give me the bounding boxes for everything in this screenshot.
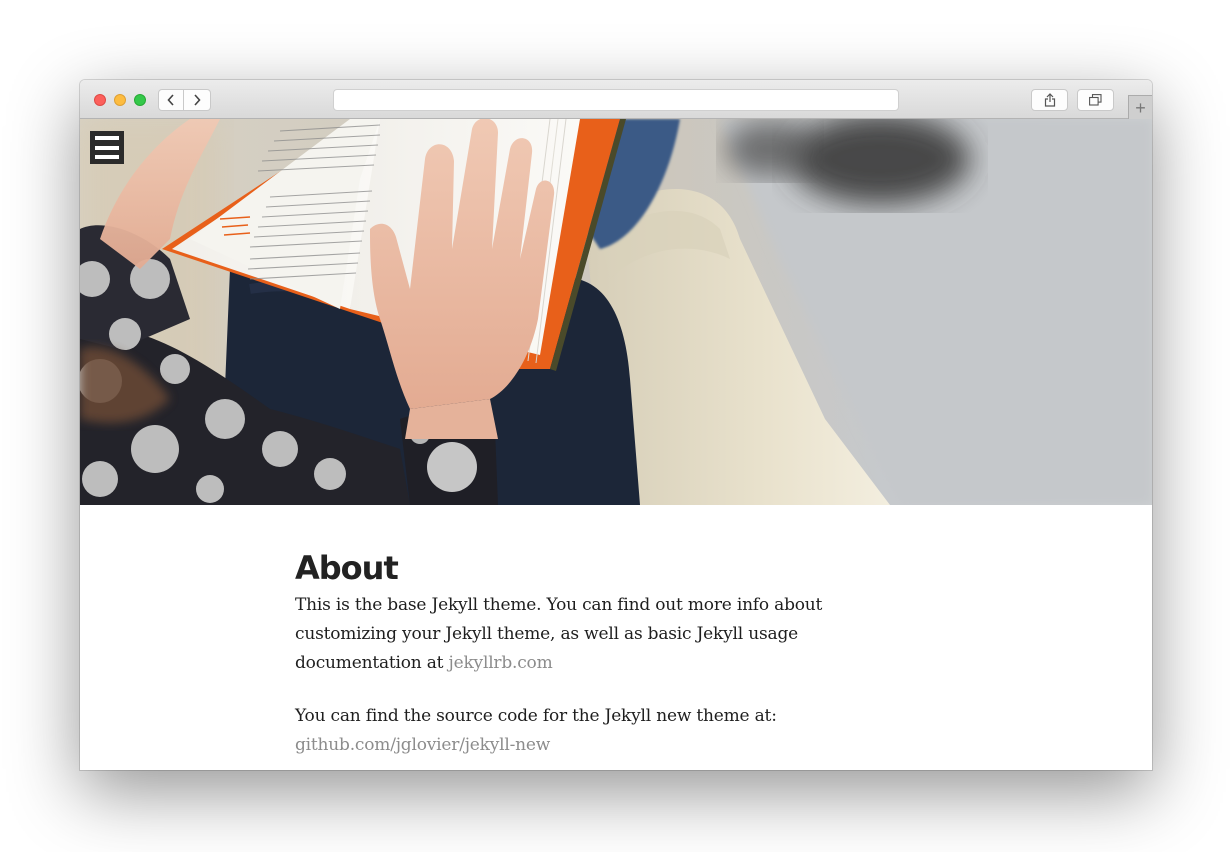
page-title: About xyxy=(295,549,399,587)
back-button[interactable] xyxy=(158,89,184,111)
address-bar[interactable] xyxy=(333,89,899,111)
jekyllrb-link[interactable]: jekyllrb.com xyxy=(449,653,553,673)
source-text: You can find the source code for the Jek… xyxy=(295,706,777,726)
about-text: This is the base Jekyll theme. You can f… xyxy=(295,595,823,673)
about-paragraph: This is the base Jekyll theme. You can f… xyxy=(295,591,915,678)
github-link[interactable]: github.com/jglovier/jekyll-new xyxy=(295,735,550,755)
share-button[interactable] xyxy=(1031,89,1068,111)
zoom-window-button[interactable] xyxy=(134,94,146,106)
hero-photo xyxy=(80,119,1152,505)
hamburger-menu-icon xyxy=(95,136,119,140)
hero-image xyxy=(80,119,1152,505)
tabs-overview-icon xyxy=(1089,94,1102,106)
page-content: About This is the base Jekyll theme. You… xyxy=(295,505,915,760)
new-tab-button[interactable]: + xyxy=(1128,95,1152,119)
browser-window: + About This is the base Jekyll theme. Y… xyxy=(80,80,1152,770)
minimize-window-button[interactable] xyxy=(114,94,126,106)
source-paragraph: You can find the source code for the Jek… xyxy=(295,702,915,760)
share-icon xyxy=(1044,93,1055,107)
chevron-left-icon xyxy=(167,94,174,106)
menu-button[interactable] xyxy=(90,131,124,164)
forward-button[interactable] xyxy=(184,89,211,111)
tabs-overview-button[interactable] xyxy=(1077,89,1114,111)
close-window-button[interactable] xyxy=(94,94,106,106)
chevron-right-icon xyxy=(194,94,201,106)
browser-toolbar: + xyxy=(80,80,1152,119)
plus-icon: + xyxy=(1135,97,1146,118)
